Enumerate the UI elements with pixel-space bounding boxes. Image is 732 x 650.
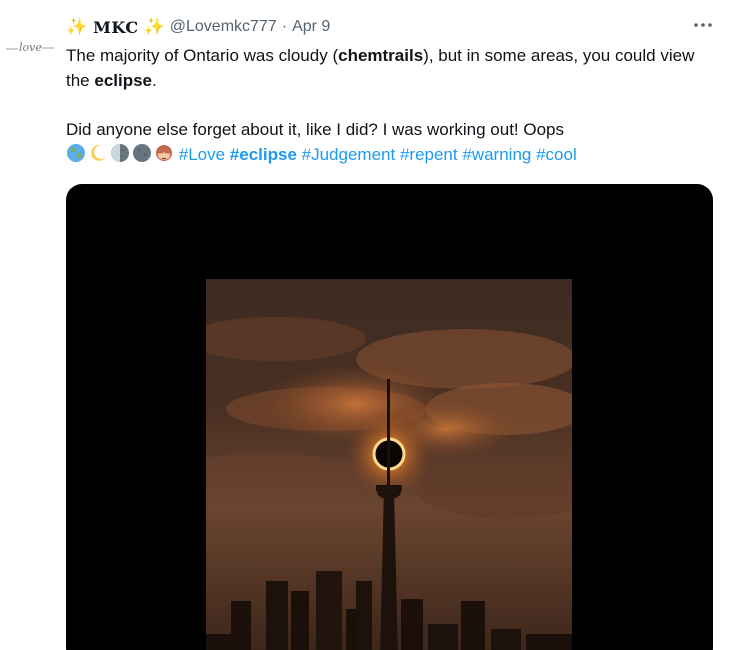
tweet-media[interactable] <box>66 184 713 650</box>
bold-word-chemtrails: chemtrails <box>338 46 424 65</box>
avatar-script-text: love <box>19 41 42 54</box>
hashtag-judgement[interactable]: #Judgement <box>302 145 396 164</box>
avatar[interactable]: love <box>4 34 56 60</box>
eclipse-photo[interactable] <box>206 279 572 650</box>
tweet-paragraph-1: The majority of Ontario was cloudy (chem… <box>66 46 695 90</box>
user-handle[interactable]: @Lovemkc777 <box>170 18 277 36</box>
hashtag-cool[interactable]: #cool <box>536 145 577 164</box>
hashtag-eclipse[interactable]: #eclipse <box>230 145 297 164</box>
sparkle-emoji-left: ✨ <box>66 17 88 36</box>
display-name[interactable]: MKC <box>93 18 138 37</box>
sparkle-emoji-right: ✨ <box>143 17 165 36</box>
new-moon-emoji <box>133 144 151 162</box>
last-quarter-moon-emoji <box>111 144 129 162</box>
globe-emoji <box>67 144 85 162</box>
emoji-row <box>66 143 174 163</box>
tweet-header: ✨ MKC ✨ @Lovemkc777 · Apr 9 <box>66 15 330 39</box>
crescent-moon-emoji <box>91 144 106 161</box>
more-horizontal-icon[interactable] <box>692 18 714 32</box>
hashtag-love[interactable]: #Love <box>179 145 225 164</box>
see-no-evil-monkey-emoji <box>156 145 172 161</box>
tweet-date[interactable]: Apr 9 <box>292 18 330 36</box>
hashtag-repent[interactable]: #repent <box>400 145 458 164</box>
tweet-text: The majority of Ontario was cloudy (chem… <box>66 43 706 167</box>
separator-dot: · <box>281 18 288 35</box>
tweet-paragraph-2: Did anyone else forget about it, like I … <box>66 120 577 164</box>
bold-word-eclipse: eclipse <box>94 71 153 90</box>
tweet[interactable]: love ✨ MKC ✨ @Lovemkc777 · Apr 9 The maj… <box>0 0 732 650</box>
hashtag-warning[interactable]: #warning <box>462 145 531 164</box>
